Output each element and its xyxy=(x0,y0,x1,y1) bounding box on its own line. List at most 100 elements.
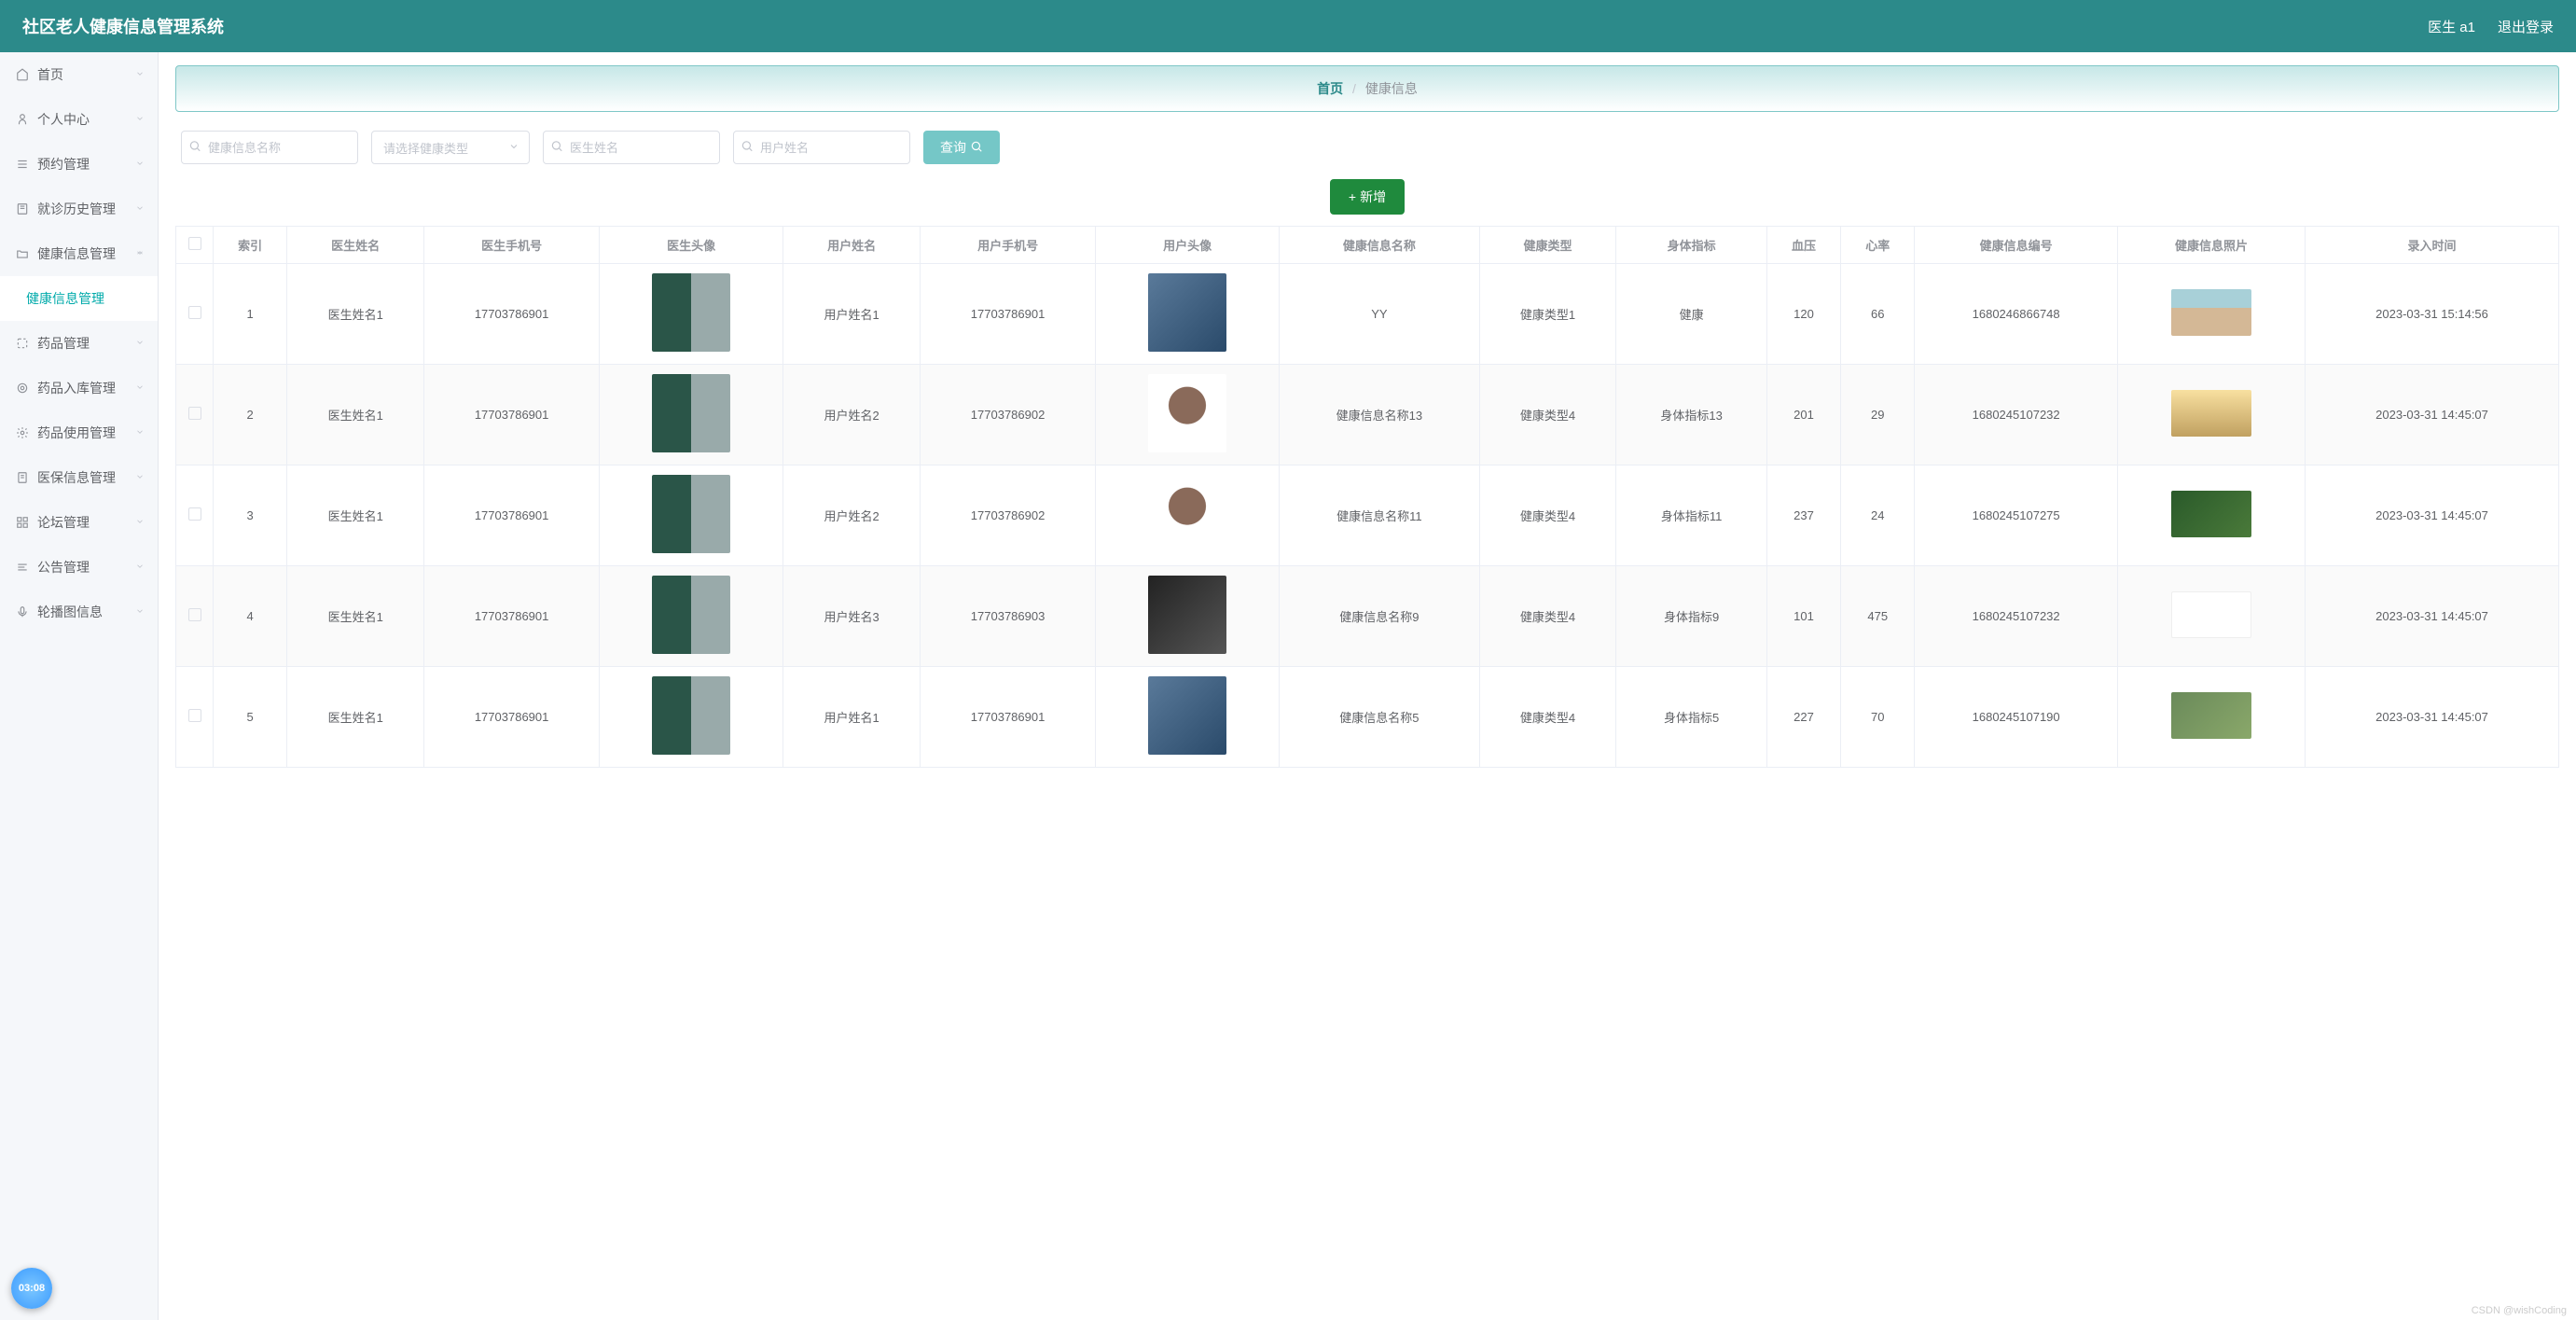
app-header: 社区老人健康信息管理系统 医生 a1 退出登录 xyxy=(0,0,2576,52)
plus-icon: + xyxy=(1349,189,1356,204)
cell-davatar xyxy=(600,365,783,465)
sidebar-item-label: 就诊历史管理 xyxy=(37,200,116,218)
sidebar-item-9[interactable]: 医保信息管理 xyxy=(0,455,158,500)
add-button[interactable]: + 新增 xyxy=(1330,179,1405,215)
breadcrumb-home[interactable]: 首页 xyxy=(1317,81,1343,96)
row-checkbox[interactable] xyxy=(188,407,201,420)
cell-user: 用户姓名3 xyxy=(783,566,921,667)
doctor-avatar xyxy=(652,374,730,452)
cell-davatar xyxy=(600,465,783,566)
sidebar-item-2[interactable]: 预约管理 xyxy=(0,142,158,187)
cell-uphone: 177037869​01 xyxy=(921,667,1096,768)
sidebar-item-1[interactable]: 个人中心 xyxy=(0,97,158,142)
app-title: 社区老人健康信息管理系统 xyxy=(22,14,224,38)
search-icon xyxy=(550,140,563,156)
sidebar-item-5[interactable]: 健康信息管理 xyxy=(0,276,158,321)
cell-photo xyxy=(2117,667,2305,768)
cell-metric: 身体指标13 xyxy=(1616,365,1767,465)
col-header-5: 用户手机号 xyxy=(921,227,1096,264)
watermark: CSDN @wishCoding xyxy=(2472,1305,2567,1316)
table-row: 3医生姓名1177037869​01用户姓名2177037869​02健康信息名… xyxy=(176,465,2559,566)
mic-icon xyxy=(15,604,30,619)
user-avatar xyxy=(1148,374,1226,452)
query-button[interactable]: 查询 xyxy=(923,131,1000,164)
sidebar-item-label: 药品使用管理 xyxy=(37,424,116,442)
table-row: 4医生姓名1177037869​01用户姓名3177037869​03健康信息名… xyxy=(176,566,2559,667)
target-icon xyxy=(15,381,30,396)
cell-time: 2023-03-31 14:45:07 xyxy=(2306,667,2559,768)
sidebar-item-label: 公告管理 xyxy=(37,558,90,577)
col-header-7: 健康信息名称 xyxy=(1280,227,1479,264)
cell-bp: 101 xyxy=(1766,566,1840,667)
cell-doctor: 医生姓名1 xyxy=(287,566,424,667)
cell-user: 用户姓名1 xyxy=(783,667,921,768)
col-header-10: 血压 xyxy=(1766,227,1840,264)
chevron-down-icon xyxy=(508,141,519,155)
sidebar-item-label: 健康信息管理 xyxy=(26,289,104,308)
home-icon xyxy=(15,67,30,82)
sidebar-item-label: 论坛管理 xyxy=(37,513,90,532)
cell-bp: 120 xyxy=(1766,264,1840,365)
sidebar-item-10[interactable]: 论坛管理 xyxy=(0,500,158,545)
type-select[interactable]: 请选择健康类型 xyxy=(371,131,530,164)
cell-bp: 227 xyxy=(1766,667,1840,768)
sidebar-item-label: 个人中心 xyxy=(37,110,90,129)
recording-timer[interactable]: 03:08 xyxy=(11,1268,52,1309)
cell-hid: 1680245107232 xyxy=(1915,365,2117,465)
cell-hr: 24 xyxy=(1841,465,1915,566)
table-row: 5医生姓名1177037869​01用户姓名1177037869​01健康信息名… xyxy=(176,667,2559,768)
cell-uavatar xyxy=(1096,365,1280,465)
type-select-placeholder: 请选择健康类型 xyxy=(383,139,468,157)
search-icon xyxy=(188,140,201,156)
logout-link[interactable]: 退出登录 xyxy=(2498,17,2554,36)
sidebar-item-12[interactable]: 轮播图信息 xyxy=(0,590,158,634)
col-header-4: 用户姓名 xyxy=(783,227,921,264)
cell-photo xyxy=(2117,465,2305,566)
sidebar-item-7[interactable]: 药品入库管理 xyxy=(0,366,158,410)
header-right: 医生 a1 退出登录 xyxy=(2428,17,2554,36)
sidebar-item-3[interactable]: 就诊历史管理 xyxy=(0,187,158,231)
search-doctor-input[interactable] xyxy=(543,131,720,164)
cell-uphone: 177037869​03 xyxy=(921,566,1096,667)
sidebar-item-label: 医保信息管理 xyxy=(37,468,116,487)
row-checkbox[interactable] xyxy=(188,709,201,722)
cell-dphone: 177037869​01 xyxy=(424,264,600,365)
col-header-0: 索引 xyxy=(214,227,287,264)
row-checkbox[interactable] xyxy=(188,608,201,621)
search-doctor-wrapper xyxy=(543,131,720,164)
select-all-checkbox[interactable] xyxy=(188,237,201,250)
col-header-8: 健康类型 xyxy=(1479,227,1616,264)
chevron-up-icon xyxy=(135,247,145,260)
cell-davatar xyxy=(600,667,783,768)
chevron-down-icon xyxy=(135,382,145,395)
cell-hname: 健康信息名称13 xyxy=(1280,365,1479,465)
folder-icon xyxy=(15,246,30,261)
search-user-wrapper xyxy=(733,131,910,164)
cell-idx: 4 xyxy=(214,566,287,667)
note-icon xyxy=(15,560,30,575)
cell-uavatar xyxy=(1096,566,1280,667)
cell-hname: 健康信息名称5 xyxy=(1280,667,1479,768)
user-avatar xyxy=(1148,475,1226,553)
row-checkbox[interactable] xyxy=(188,306,201,319)
sidebar-item-6[interactable]: 药品管理 xyxy=(0,321,158,366)
sidebar-item-label: 药品入库管理 xyxy=(37,379,116,397)
search-user-input[interactable] xyxy=(733,131,910,164)
cell-uavatar xyxy=(1096,667,1280,768)
doctor-avatar xyxy=(652,475,730,553)
chevron-down-icon xyxy=(135,337,145,350)
current-user[interactable]: 医生 a1 xyxy=(2428,17,2475,36)
user-avatar xyxy=(1148,676,1226,755)
row-checkbox[interactable] xyxy=(188,507,201,521)
sidebar-item-11[interactable]: 公告管理 xyxy=(0,545,158,590)
health-photo xyxy=(2171,591,2251,638)
cell-htype: 健康类型4 xyxy=(1479,667,1616,768)
search-name-input[interactable] xyxy=(181,131,358,164)
sidebar-item-4[interactable]: 健康信息管理 xyxy=(0,231,158,276)
sidebar-item-0[interactable]: 首页 xyxy=(0,52,158,97)
table-row: 2医生姓名1177037869​01用户姓名2177037869​02健康信息名… xyxy=(176,365,2559,465)
sidebar-item-8[interactable]: 药品使用管理 xyxy=(0,410,158,455)
cell-dphone: 177037869​01 xyxy=(424,365,600,465)
chevron-down-icon xyxy=(135,471,145,484)
cell-davatar xyxy=(600,264,783,365)
